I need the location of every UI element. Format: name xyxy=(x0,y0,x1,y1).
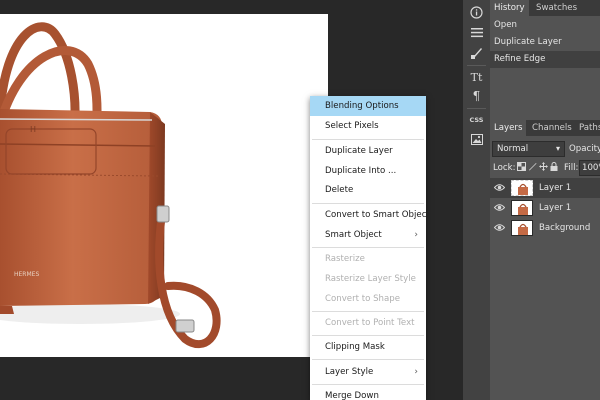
menu-item-merge-down[interactable]: Merge Down xyxy=(310,386,426,400)
lock-label: Lock: xyxy=(493,163,516,173)
menu-item-layer-style[interactable]: Layer Style › xyxy=(310,362,426,382)
layer-context-menu: Blending Options Select Pixels Duplicate… xyxy=(310,96,426,400)
tab-history[interactable]: History xyxy=(490,0,529,16)
layer-row[interactable]: Layer 1 xyxy=(490,178,600,198)
menu-item-convert-to-shape: Convert to Shape xyxy=(310,289,426,309)
info-icon[interactable] xyxy=(463,2,490,22)
history-item[interactable]: Open xyxy=(490,17,600,34)
layer-thumbnail xyxy=(511,220,533,236)
character-icon[interactable]: Tt xyxy=(463,67,490,87)
right-panel: History Swatches Open Duplicate Layer Re… xyxy=(490,0,600,400)
brush-settings-icon[interactable] xyxy=(463,43,490,63)
lock-all-icon[interactable] xyxy=(550,162,558,171)
menu-separator xyxy=(312,139,424,140)
svg-text:HERMES: HERMES xyxy=(14,271,39,278)
chevron-down-icon: ▾ xyxy=(555,144,560,153)
paragraph-icon[interactable]: ¶ xyxy=(463,86,490,106)
fill-label: Fill: xyxy=(564,163,579,173)
tab-swatches[interactable]: Swatches xyxy=(532,0,581,16)
workspace[interactable]: H HERMES Blending Options Select Pixels … xyxy=(0,0,463,400)
layers-controls: Normal ▾ Opacity: xyxy=(490,139,600,159)
panel-toolstrip: Tt ¶ CSS xyxy=(463,0,490,400)
menu-separator xyxy=(312,335,424,336)
layer-name: Layer 1 xyxy=(539,183,572,193)
menu-separator xyxy=(312,203,424,204)
menu-item-label: Convert to Shape xyxy=(325,294,400,304)
tab-channels[interactable]: Channels xyxy=(528,120,576,136)
list-icon[interactable] xyxy=(463,22,490,42)
layer-thumbnail xyxy=(511,200,533,216)
menu-item-smart-object[interactable]: Smart Object › xyxy=(310,225,426,245)
menu-separator xyxy=(312,247,424,248)
layer-thumbnail xyxy=(511,180,533,196)
lock-move-icon[interactable] xyxy=(539,162,548,171)
blend-mode-value: Normal xyxy=(497,144,529,154)
history-item[interactable]: Duplicate Layer xyxy=(490,34,600,51)
menu-item-label: Delete xyxy=(325,185,354,195)
visibility-eye-icon[interactable] xyxy=(494,203,505,212)
layers-tab-bar: Layers Channels Paths xyxy=(490,120,600,136)
menu-item-delete[interactable]: Delete xyxy=(310,180,426,200)
tab-paths[interactable]: Paths xyxy=(575,120,600,136)
blend-mode-select[interactable]: Normal ▾ xyxy=(492,141,565,157)
menu-item-label: Smart Object xyxy=(325,230,382,240)
menu-item-select-pixels[interactable]: Select Pixels xyxy=(310,116,426,136)
menu-separator xyxy=(312,311,424,312)
menu-item-rasterize: Rasterize xyxy=(310,249,426,269)
menu-item-label: Rasterize xyxy=(325,254,365,264)
lock-brush-icon[interactable] xyxy=(528,162,537,171)
menu-item-label: Layer Style xyxy=(325,367,374,377)
toolstrip-separator xyxy=(467,65,486,66)
submenu-arrow-icon: › xyxy=(414,230,418,240)
menu-item-convert-to-smart-object[interactable]: Convert to Smart Object xyxy=(310,205,426,225)
menu-item-label: Duplicate Into ... xyxy=(325,166,397,176)
history-item[interactable]: Refine Edge xyxy=(490,51,600,68)
visibility-eye-icon[interactable] xyxy=(494,223,505,232)
menu-item-rasterize-layer-style: Rasterize Layer Style xyxy=(310,269,426,289)
menu-separator xyxy=(312,359,424,360)
opacity-label: Opacity: xyxy=(569,144,600,154)
menu-item-label: Convert to Smart Object xyxy=(325,210,426,220)
document-canvas[interactable]: H HERMES xyxy=(0,14,328,357)
menu-item-label: Clipping Mask xyxy=(325,342,385,352)
menu-item-duplicate-layer[interactable]: Duplicate Layer xyxy=(310,141,426,161)
menu-item-label: Convert to Point Text xyxy=(325,318,415,328)
menu-item-duplicate-into[interactable]: Duplicate Into ... xyxy=(310,161,426,181)
layer-row[interactable]: Background xyxy=(490,218,600,238)
menu-item-convert-to-point-text: Convert to Point Text xyxy=(310,313,426,333)
paragraph-label: ¶ xyxy=(472,89,481,103)
tab-layers[interactable]: Layers xyxy=(490,120,527,136)
menu-item-label: Select Pixels xyxy=(325,121,379,131)
visibility-eye-icon[interactable] xyxy=(494,183,505,192)
css-label: CSS xyxy=(469,116,484,124)
toolstrip-separator xyxy=(467,108,486,109)
image-icon[interactable] xyxy=(463,129,490,149)
layer-row[interactable]: Layer 1 xyxy=(490,198,600,218)
svg-text:H: H xyxy=(30,125,36,134)
submenu-arrow-icon: › xyxy=(414,367,418,377)
bag-photo: H HERMES xyxy=(0,22,221,349)
menu-item-label: Rasterize Layer Style xyxy=(325,274,416,284)
fill-input[interactable]: 100% xyxy=(579,160,600,176)
menu-item-label: Blending Options xyxy=(325,101,399,111)
menu-separator xyxy=(312,384,424,385)
css-icon[interactable]: CSS xyxy=(463,110,490,130)
menu-item-label: Merge Down xyxy=(325,391,379,400)
lock-row: Lock: Fill: 100% xyxy=(490,159,600,177)
layer-name: Layer 1 xyxy=(539,203,572,213)
character-label: Tt xyxy=(470,70,483,84)
menu-item-clipping-mask[interactable]: Clipping Mask xyxy=(310,337,426,357)
menu-item-label: Duplicate Layer xyxy=(325,146,393,156)
layer-name: Background xyxy=(539,223,591,233)
menu-item-blending-options[interactable]: Blending Options xyxy=(310,96,426,116)
history-tab-bar: History Swatches xyxy=(490,0,600,16)
lock-transparency-icon[interactable] xyxy=(517,162,526,171)
